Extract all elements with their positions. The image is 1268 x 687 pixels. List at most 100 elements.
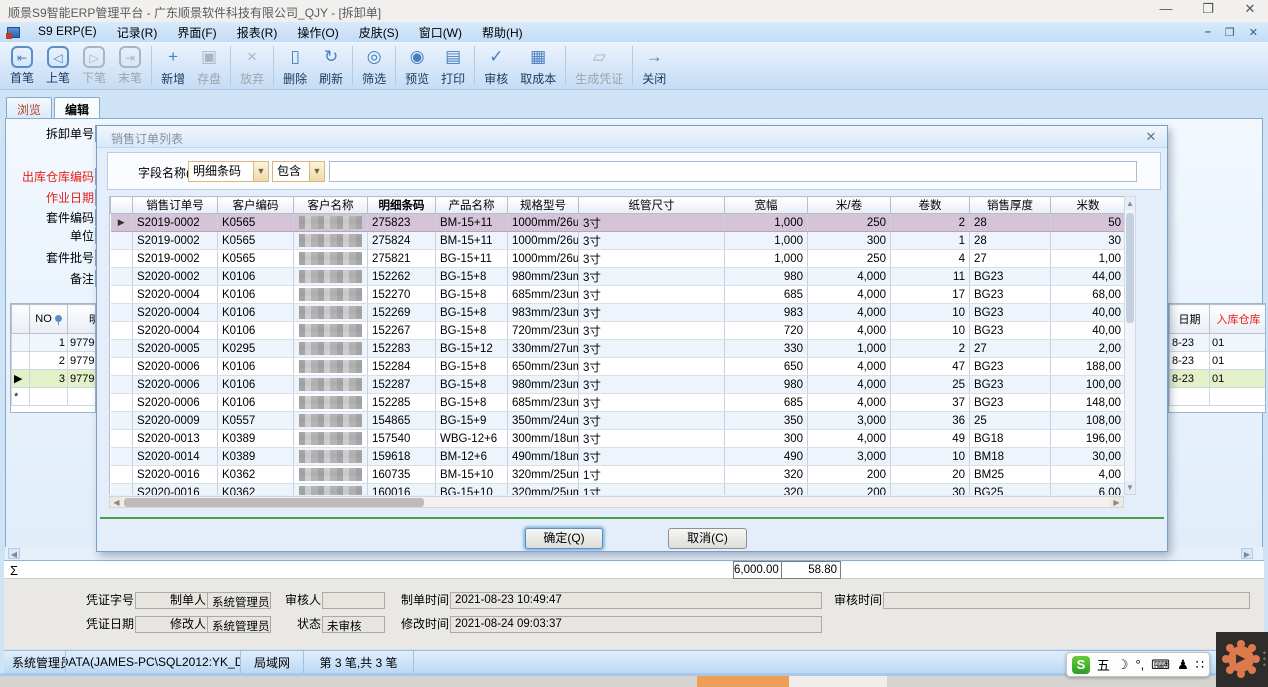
table-row[interactable]: S2020-0004K0106152269BG-15+8983mm/23um..… [111,304,1125,322]
taskbar-item[interactable] [789,676,887,687]
row-selector[interactable] [111,340,133,358]
toolbar-button-previous-record[interactable]: ◁上笔 [40,42,76,89]
row-selector[interactable] [111,268,133,286]
menu-item-7[interactable]: 窗口(W) [409,22,472,43]
table-row[interactable]: S2020-0002K0106152262BG-15+8980mm/23um..… [111,268,1125,286]
toolbar-button-delete[interactable]: ▯删除 [277,42,313,89]
row-selector[interactable] [111,286,133,304]
dialog-titlebar[interactable]: 销售订单列表 ✕ [97,126,1167,148]
table-row[interactable]: S2020-0006K0106152285BG-15+8685mm/23um..… [111,394,1125,412]
scroll-right-icon[interactable]: ▶ [1110,497,1123,507]
column-header[interactable]: 规格型号 [508,197,579,214]
table-row[interactable]: S2020-0013K0389157540WBG-12+6300mm/18um.… [111,430,1125,448]
toolbar-button-filter[interactable]: ◎筛选 [356,42,392,89]
filter-field-dropdown[interactable]: 明细条码 ▼ [188,161,269,182]
column-header[interactable]: 销售厚度 [970,197,1051,214]
row-selector[interactable] [111,430,133,448]
column-header[interactable]: 米/卷 [808,197,891,214]
column-header[interactable]: 客户编码 [218,197,294,214]
window-maximize-button[interactable]: ❐ [1200,1,1216,17]
column-header[interactable]: 产品名称 [436,197,508,214]
recorder-app-overlay[interactable]: ••• [1216,632,1268,687]
scroll-right-icon[interactable]: ▶ [1241,548,1253,559]
row-selector[interactable] [111,250,133,268]
toolbar-button-add[interactable]: +新增 [155,42,191,89]
table-row[interactable] [1170,388,1267,406]
scrollbar-thumb[interactable] [1126,213,1134,323]
scrollbar-thumb[interactable] [124,498,424,507]
chevron-down-icon[interactable]: ▼ [309,162,324,181]
table-row[interactable]: ▶S2019-0002K0565275823BM-15+111000mm/26u… [111,214,1125,232]
scroll-down-icon[interactable]: ▼ [1125,481,1135,494]
keyboard-icon[interactable]: ⌨ [1151,657,1170,673]
table-row[interactable]: ▶397792 [12,370,97,388]
cancel-button[interactable]: 取消(C) [668,528,747,549]
scroll-up-icon[interactable]: ▲ [1125,197,1135,210]
row-selector[interactable] [12,334,30,352]
row-selector[interactable] [111,466,133,484]
table-row[interactable]: S2020-0009K0557154865BG-15+9350mm/24um..… [111,412,1125,430]
menu-item-3[interactable]: 界面(F) [167,22,226,43]
table-row[interactable]: S2019-0002K0565275821BG-15+111000mm/26u.… [111,250,1125,268]
scroll-left-icon[interactable]: ◀ [110,497,123,507]
punctuation-icon[interactable]: °, [1135,657,1144,673]
window-minimize-button[interactable]: — [1158,1,1174,17]
toolbar-button-preview[interactable]: ◉预览 [399,42,435,89]
row-selector[interactable] [111,376,133,394]
column-header-no[interactable]: NO [30,305,68,334]
taskbar-item-active[interactable] [697,676,789,687]
column-header-warehouse[interactable]: 入库仓库 [1210,305,1267,334]
table-row[interactable]: 8-2301 [1170,352,1267,370]
ok-button[interactable]: 确定(Q) [525,528,603,549]
row-selector[interactable]: ▶ [111,214,133,232]
filter-search-input[interactable] [329,161,1137,182]
column-header[interactable]: 销售订单号 [133,197,218,214]
menu-item-6[interactable]: 皮肤(S) [349,22,409,43]
row-selector[interactable] [111,394,133,412]
toolbar-button-audit[interactable]: ✓审核 [478,42,514,89]
menu-item-1[interactable]: S9 ERP(E) [28,22,107,43]
row-selector[interactable] [111,448,133,466]
toolbar-button-close[interactable]: →关闭 [636,42,672,89]
row-selector[interactable]: * [12,388,30,406]
table-row[interactable]: S2020-0005K0295152283BG-15+12330mm/27um.… [111,340,1125,358]
toolbar-button-first-record[interactable]: ⇤首笔 [4,42,40,89]
table-row[interactable]: 197792 [12,334,97,352]
table-row[interactable]: 297792 [12,352,97,370]
scroll-left-icon[interactable]: ◀ [8,548,20,559]
row-selector[interactable]: ▶ [12,370,30,388]
toolbar-button-print[interactable]: ▤打印 [435,42,471,89]
column-header[interactable]: 宽幅 [725,197,808,214]
table-row[interactable]: S2020-0006K0106152287BG-15+8980mm/23um..… [111,376,1125,394]
row-selector[interactable] [111,232,133,250]
table-row[interactable]: S2019-0002K0565275824BM-15+111000mm/26u.… [111,232,1125,250]
menu-item-5[interactable]: 操作(O) [287,22,348,43]
menu-item-8[interactable]: 帮助(H) [472,22,533,43]
table-row[interactable]: 8-2301 [1170,370,1267,388]
table-row[interactable]: S2020-0004K0106152267BG-15+8720mm/23um..… [111,322,1125,340]
column-header[interactable]: 米数 [1051,197,1125,214]
table-row[interactable]: S2020-0006K0106152284BG-15+8650mm/23um..… [111,358,1125,376]
row-selector[interactable] [111,358,133,376]
row-selector[interactable] [111,484,133,496]
mdi-minimize-button[interactable]: – [1205,26,1211,39]
table-row[interactable]: S2020-0016K0362160016BG-15+10320mm/25um.… [111,484,1125,496]
column-header[interactable]: 纸管尺寸 [579,197,725,214]
column-header[interactable]: 客户名称 [294,197,368,214]
menu-item-2[interactable]: 记录(R) [107,22,168,43]
chevron-down-icon[interactable]: ▼ [253,162,268,181]
tab-browse[interactable]: 浏览 [6,97,52,118]
grid-icon[interactable]: ∷ [1196,657,1204,673]
filter-operator-dropdown[interactable]: 包含 ▼ [272,161,325,182]
sogou-logo-icon[interactable]: S [1072,656,1090,674]
column-header-date[interactable]: 日期 [1170,305,1210,334]
tab-edit[interactable]: 编辑 [54,97,100,118]
row-selector[interactable] [111,412,133,430]
row-selector[interactable] [12,352,30,370]
menu-item-4[interactable]: 报表(R) [227,22,288,43]
column-header-detail[interactable]: 明 [68,305,97,334]
table-row[interactable]: S2020-0014K0389159618BM-12+6490mm/18um..… [111,448,1125,466]
row-selector[interactable] [111,322,133,340]
ime-mode-text[interactable]: 五 [1097,655,1110,674]
mdi-close-button[interactable]: ✕ [1249,26,1258,39]
